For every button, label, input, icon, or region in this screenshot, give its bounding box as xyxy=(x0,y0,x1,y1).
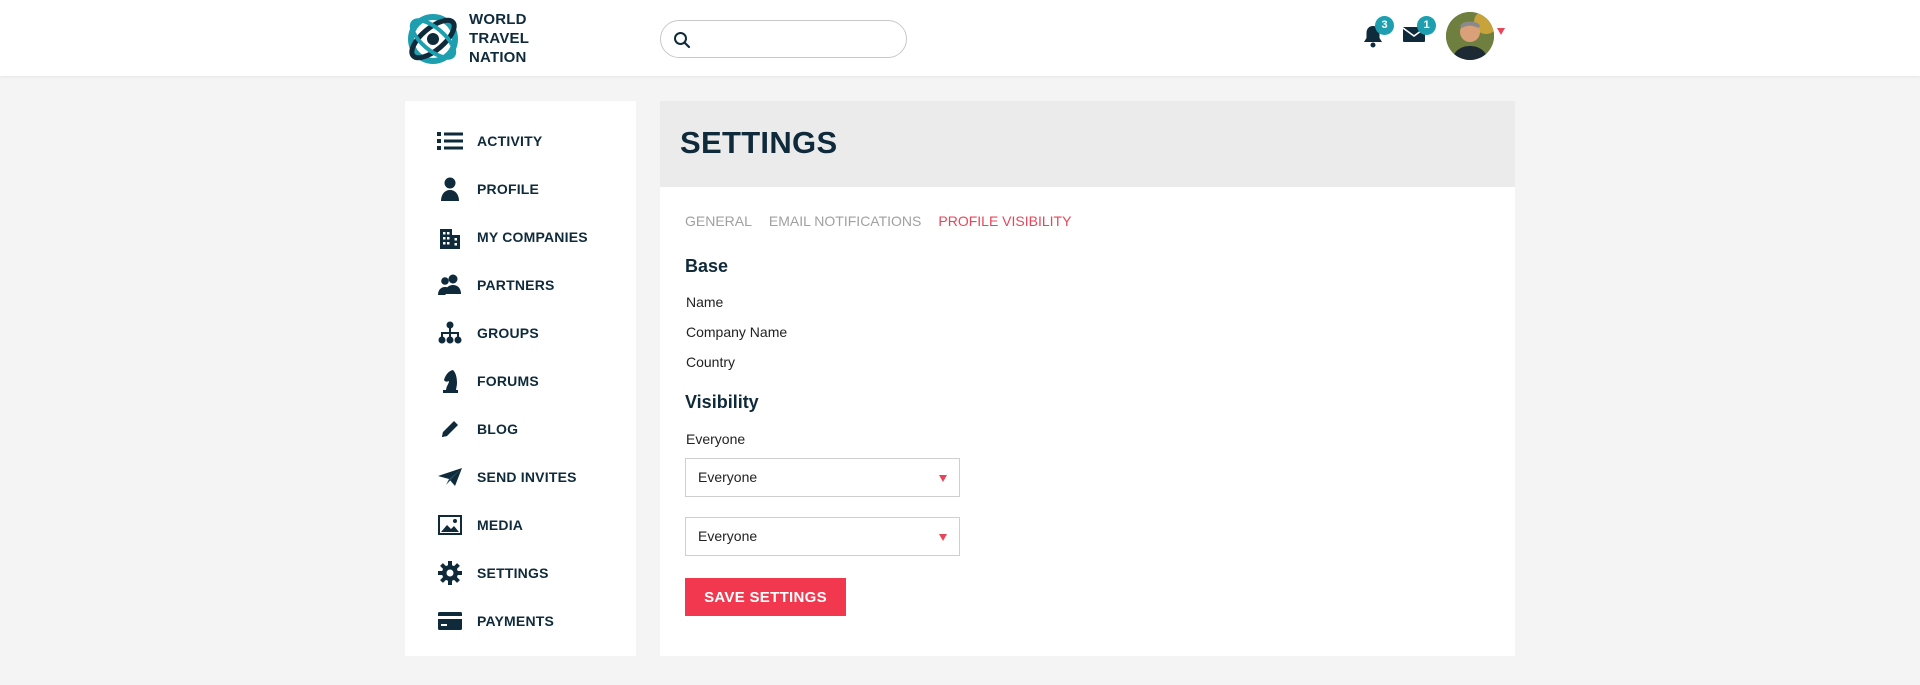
sidebar-item-forums[interactable]: FORUMS xyxy=(435,367,625,395)
select-value: Everyone xyxy=(698,528,758,544)
person-icon xyxy=(435,175,465,203)
sidebar-item-label: BLOG xyxy=(477,421,519,437)
chevron-down-icon xyxy=(939,534,947,541)
search-icon xyxy=(674,32,691,49)
brand-logo[interactable]: WORLD TRAVEL NATION xyxy=(405,10,529,67)
page-title: SETTINGS xyxy=(680,125,838,160)
notifications-button[interactable]: 3 xyxy=(1362,16,1394,53)
sidebar-item-label: SETTINGS xyxy=(477,565,549,581)
notifications-count-badge: 3 xyxy=(1375,16,1394,35)
base-section-title: Base xyxy=(685,256,729,276)
field-label-company-name: Company Name xyxy=(686,324,788,340)
brand-line-1: WORLD xyxy=(469,11,527,28)
sidebar-item-settings[interactable]: SETTINGS xyxy=(435,559,625,587)
sidebar: ACTIVITY PROFILE MY COMPANIES PARTNERS G… xyxy=(405,101,636,656)
user-avatar[interactable] xyxy=(1446,12,1494,60)
brand-line-3: NATION xyxy=(469,49,527,66)
sidebar-item-profile[interactable]: PROFILE xyxy=(435,175,625,203)
field-label-country: Country xyxy=(686,354,736,370)
user-menu-caret-icon[interactable] xyxy=(1497,28,1505,35)
search-bar[interactable] xyxy=(660,20,907,58)
sidebar-item-groups[interactable]: GROUPS xyxy=(435,319,625,347)
messages-button[interactable]: 1 xyxy=(1402,16,1436,49)
sidebar-item-send-invites[interactable]: SEND INVITES xyxy=(435,463,625,491)
sidebar-item-label: GROUPS xyxy=(477,325,539,341)
sidebar-item-label: SEND INVITES xyxy=(477,469,577,485)
sidebar-item-label: MY COMPANIES xyxy=(477,229,588,245)
visibility-select-1[interactable]: Everyone xyxy=(685,458,960,497)
paper-plane-icon xyxy=(435,463,465,491)
pencil-icon xyxy=(435,415,465,443)
save-settings-button[interactable]: SAVE SETTINGS xyxy=(685,578,846,616)
chess-knight-icon xyxy=(435,367,465,395)
building-icon xyxy=(435,223,465,251)
sidebar-item-payments[interactable]: PAYMENTS xyxy=(435,607,625,635)
sidebar-item-media[interactable]: MEDIA xyxy=(435,511,625,539)
settings-header: SETTINGS xyxy=(660,101,1515,187)
avatar-image xyxy=(1446,12,1494,60)
select-value: Everyone xyxy=(698,469,758,485)
tab-email-notifications[interactable]: EMAIL NOTIFICATIONS xyxy=(769,213,921,229)
tab-general[interactable]: GENERAL xyxy=(685,213,752,229)
list-icon xyxy=(435,127,465,155)
sidebar-item-partners[interactable]: PARTNERS xyxy=(435,271,625,299)
sidebar-item-label: PROFILE xyxy=(477,181,540,197)
top-bar: WORLD TRAVEL NATION 3 1 xyxy=(0,0,1920,76)
sidebar-item-my-companies[interactable]: MY COMPANIES xyxy=(435,223,625,251)
sidebar-item-label: FORUMS xyxy=(477,373,539,389)
gear-icon xyxy=(435,559,465,587)
visibility-label: Everyone xyxy=(686,431,746,447)
sidebar-item-label: ACTIVITY xyxy=(477,133,543,149)
globe-logo-icon xyxy=(408,13,458,64)
brand-line-2: TRAVEL xyxy=(469,30,530,47)
org-chart-icon xyxy=(435,319,465,347)
sidebar-item-label: PAYMENTS xyxy=(477,613,555,629)
messages-count-badge: 1 xyxy=(1417,16,1436,35)
settings-panel: SETTINGS GENERAL EMAIL NOTIFICATIONS PRO… xyxy=(660,101,1515,656)
chevron-down-icon xyxy=(939,475,947,482)
settings-tabs: GENERAL EMAIL NOTIFICATIONS PROFILE VISI… xyxy=(685,213,1088,229)
tab-profile-visibility[interactable]: PROFILE VISIBILITY xyxy=(938,213,1071,229)
sidebar-item-blog[interactable]: BLOG xyxy=(435,415,625,443)
credit-card-icon xyxy=(435,607,465,635)
sidebar-item-label: MEDIA xyxy=(477,517,524,533)
image-icon xyxy=(435,511,465,539)
brand-name: WORLD TRAVEL NATION xyxy=(469,10,529,67)
people-icon xyxy=(435,271,465,299)
visibility-section-title: Visibility xyxy=(685,392,759,412)
sidebar-item-activity[interactable]: ACTIVITY xyxy=(435,127,625,155)
search-input[interactable] xyxy=(701,27,897,51)
visibility-select-2[interactable]: Everyone xyxy=(685,517,960,556)
sidebar-item-label: PARTNERS xyxy=(477,277,555,293)
field-label-name: Name xyxy=(686,294,724,310)
